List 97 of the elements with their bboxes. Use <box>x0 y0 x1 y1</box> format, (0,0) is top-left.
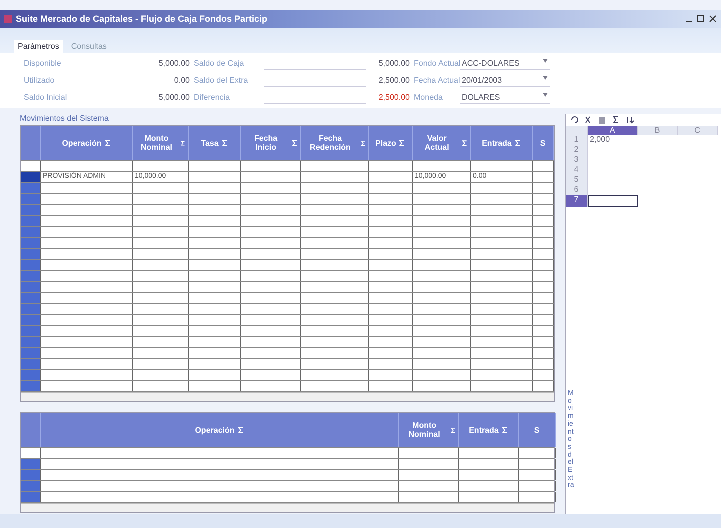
dropdown[interactable]: ACC-DOLARES <box>460 58 550 70</box>
row-selector[interactable] <box>21 315 41 325</box>
sheet-cell[interactable]: 2,000 <box>588 135 638 145</box>
field-label: Saldo de Caja <box>193 59 246 68</box>
field-label: Diferencia <box>193 93 232 102</box>
field-label: Fecha Actual <box>413 76 460 85</box>
amount-value: 5,000.00 <box>158 93 190 102</box>
column-header[interactable]: Entrada <box>459 413 519 447</box>
field-label: Disponible <box>23 59 62 68</box>
horizontal-scrollbar[interactable] <box>21 392 554 401</box>
row-selector[interactable] <box>21 326 41 336</box>
caret-icon <box>543 92 548 96</box>
row-selector[interactable] <box>21 172 41 182</box>
field-label: Fondo Actual <box>413 59 460 68</box>
grid-corner <box>21 126 41 160</box>
sigma-icon[interactable] <box>514 140 521 146</box>
grid-caption: Movimientos del Sistema <box>20 114 110 123</box>
grid-corner <box>21 413 41 447</box>
sigma-icon[interactable] <box>238 426 244 434</box>
amount-value: 2,500.00 <box>378 93 410 102</box>
column-header[interactable]: Entrada <box>471 126 533 160</box>
sigma-icon[interactable] <box>104 140 111 146</box>
caret-icon <box>543 58 548 62</box>
amount-value: 0.00 <box>173 76 190 85</box>
row-selector[interactable] <box>21 282 41 292</box>
row-selector[interactable] <box>21 370 41 380</box>
sigma-icon[interactable] <box>502 426 508 434</box>
column-header[interactable]: Tasa <box>189 126 241 160</box>
row-number[interactable]: 6 <box>566 185 588 195</box>
dropdown[interactable]: 20/01/2003 <box>460 74 550 86</box>
row-selector[interactable] <box>21 293 41 303</box>
caret-icon <box>543 76 548 80</box>
window-title: Suite Mercado de Capitales - Flujo de Caja Fondos Particip <box>16 14 269 24</box>
column-header[interactable]: C <box>678 126 718 135</box>
cut-icon[interactable] <box>584 116 592 124</box>
sort-icon[interactable] <box>626 116 634 124</box>
column-header[interactable]: Fecha Redención <box>301 126 369 160</box>
column-header[interactable]: Operación <box>41 413 399 447</box>
column-header[interactable]: Monto Nominal <box>399 413 459 447</box>
amount-value: 5,000.00 <box>378 59 410 68</box>
row-selector[interactable] <box>21 260 41 270</box>
row-selector[interactable] <box>21 348 41 358</box>
row-selector[interactable] <box>21 216 41 226</box>
row-selector[interactable] <box>21 459 41 469</box>
column-header[interactable]: Valor Actual <box>413 126 471 160</box>
row-number[interactable]: 5 <box>566 175 588 185</box>
dropdown[interactable]: DOLARES <box>460 92 550 104</box>
row-selector[interactable] <box>21 249 41 259</box>
row-selector[interactable] <box>21 337 41 347</box>
column-header[interactable]: Fecha Inicio <box>241 126 301 160</box>
column-header[interactable]: Operación <box>41 126 133 160</box>
amount-value: 5,000.00 <box>158 59 190 68</box>
row-selector[interactable] <box>21 304 41 314</box>
row-number[interactable]: 4 <box>566 165 588 175</box>
sigma-icon[interactable] <box>181 140 186 146</box>
close-icon[interactable] <box>709 15 717 23</box>
row-number[interactable]: 3 <box>566 155 588 165</box>
horizontal-scrollbar[interactable] <box>21 503 554 512</box>
sigma-icon[interactable] <box>399 140 406 146</box>
field-label: Saldo Inicial <box>23 93 68 102</box>
paste-icon[interactable] <box>598 116 606 124</box>
row-number[interactable]: 1 <box>566 135 588 145</box>
column-header[interactable]: S <box>533 126 554 160</box>
sigma-icon[interactable] <box>361 140 366 146</box>
sigma-icon[interactable] <box>222 140 228 146</box>
tab[interactable]: Parámetros <box>14 40 64 53</box>
row-selector[interactable] <box>21 183 41 193</box>
column-header[interactable]: B <box>638 126 678 135</box>
sigma-icon[interactable] <box>451 426 456 434</box>
row-selector[interactable] <box>21 359 41 369</box>
row-number[interactable]: 2 <box>566 145 588 155</box>
field-label: Utilizado <box>23 76 56 85</box>
row-selector[interactable] <box>21 271 41 281</box>
sheet-cell[interactable] <box>588 195 638 207</box>
row-selector[interactable] <box>21 481 41 491</box>
row-selector[interactable] <box>21 492 41 502</box>
column-header[interactable]: S <box>519 413 556 447</box>
sum-icon[interactable] <box>612 116 620 124</box>
undo-icon[interactable] <box>570 116 578 124</box>
row-selector[interactable] <box>21 470 41 480</box>
tab[interactable]: Consultas <box>67 40 111 53</box>
column-header[interactable]: Plazo <box>369 126 413 160</box>
row-selector[interactable] <box>21 381 41 391</box>
column-header[interactable]: Monto Nominal <box>133 126 189 160</box>
column-header[interactable]: A <box>588 126 638 135</box>
sigma-icon[interactable] <box>292 140 298 146</box>
row-selector[interactable] <box>21 205 41 215</box>
row-selector[interactable] <box>21 238 41 248</box>
maximize-icon[interactable] <box>697 15 705 23</box>
sigma-icon[interactable] <box>462 140 468 146</box>
app-icon <box>4 15 12 23</box>
row-selector[interactable] <box>21 194 41 204</box>
amount-value: 2,500.00 <box>378 76 410 85</box>
row-number[interactable]: 7 <box>566 195 588 207</box>
field-label: Moneda <box>413 93 444 102</box>
field-label: Saldo del Extra <box>193 76 250 85</box>
row-selector[interactable] <box>21 227 41 237</box>
